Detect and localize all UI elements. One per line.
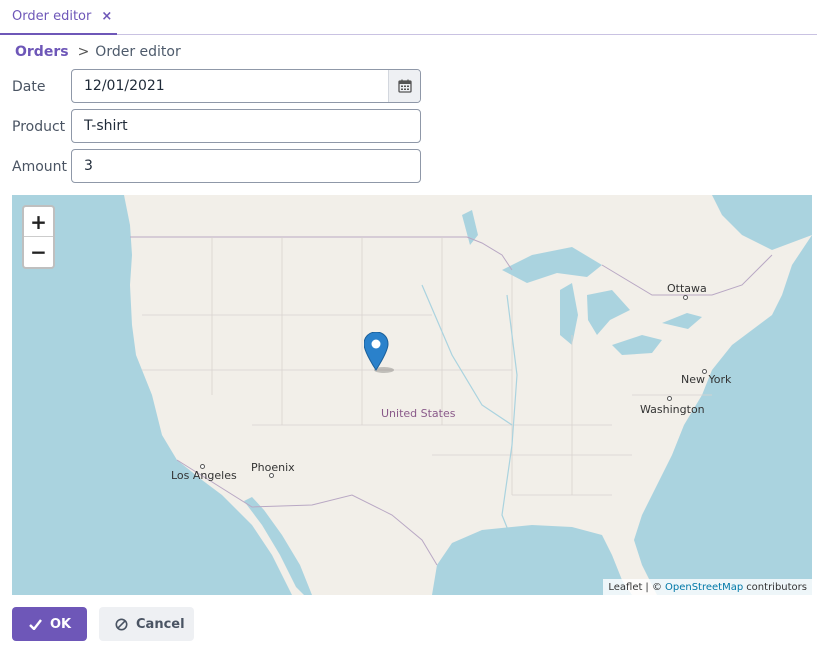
ok-button[interactable]: OK xyxy=(12,607,87,641)
attribution-separator: | © xyxy=(645,581,662,593)
amount-row: Amount xyxy=(12,150,71,184)
breadcrumb-current: Order editor xyxy=(95,44,181,60)
product-row: Product xyxy=(12,110,71,144)
map-view[interactable]: + − Ottawa New York Washington United St… xyxy=(12,195,812,595)
leaflet-link[interactable]: Leaflet xyxy=(608,582,642,593)
tab-bar: Order editor × xyxy=(0,0,817,35)
date-field[interactable] xyxy=(71,69,421,103)
product-label: Product xyxy=(12,119,66,135)
ottawa-label: Ottawa xyxy=(667,282,707,295)
new-york-label: New York xyxy=(681,373,732,386)
ok-label: OK xyxy=(50,616,72,632)
date-label: Date xyxy=(12,79,46,95)
map-marker-icon[interactable] xyxy=(363,331,394,378)
product-input[interactable] xyxy=(72,110,420,142)
date-row: Date xyxy=(12,70,71,104)
washington-dot xyxy=(667,396,672,401)
cancel-button[interactable]: Cancel xyxy=(99,607,194,641)
check-icon xyxy=(29,618,42,630)
map-attribution: Leaflet | © OpenStreetMap contributors xyxy=(603,579,812,595)
breadcrumb-separator: > xyxy=(77,44,90,60)
openstreetmap-link[interactable]: OpenStreetMap xyxy=(665,582,743,593)
amount-label: Amount xyxy=(12,159,68,175)
breadcrumb: Orders > Order editor xyxy=(15,44,181,60)
calendar-icon[interactable] xyxy=(388,70,420,102)
attribution-contributors: contributors xyxy=(746,581,807,593)
close-icon[interactable]: × xyxy=(101,9,112,24)
zoom-out-button[interactable]: − xyxy=(24,237,53,267)
date-input[interactable] xyxy=(72,70,420,102)
zoom-in-button[interactable]: + xyxy=(24,207,53,237)
zoom-control: + − xyxy=(22,205,55,269)
product-field[interactable] xyxy=(71,109,421,143)
ban-icon xyxy=(115,618,128,631)
amount-input[interactable] xyxy=(72,150,420,182)
washington-label: Washington xyxy=(640,403,705,416)
ottawa-dot xyxy=(683,295,688,300)
tab-label: Order editor xyxy=(12,9,92,24)
phoenix-label: Phoenix xyxy=(251,461,295,474)
cancel-label: Cancel xyxy=(136,616,185,632)
map-tiles xyxy=(12,195,812,595)
breadcrumb-orders-link[interactable]: Orders xyxy=(15,44,69,60)
united-states-label: United States xyxy=(381,407,456,420)
amount-field[interactable] xyxy=(71,149,421,183)
los-angeles-label: Los Angeles xyxy=(171,469,237,482)
tab-order-editor[interactable]: Order editor × xyxy=(0,0,117,35)
